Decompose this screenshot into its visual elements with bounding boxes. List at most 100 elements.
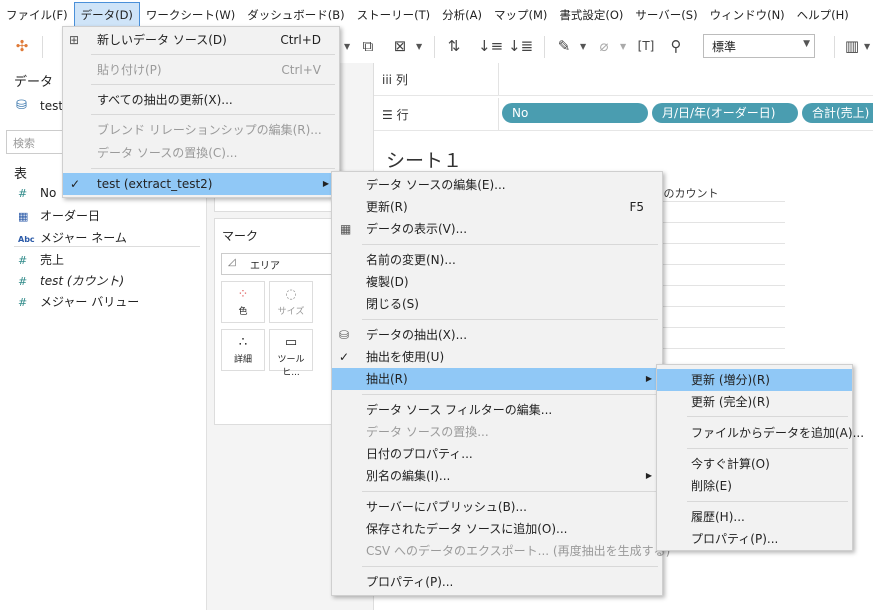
field-label: オーダー日: [40, 209, 101, 223]
color-dots-icon: ⁘: [237, 287, 249, 302]
menu-item-extract[interactable]: 抽出(R) ▶: [332, 368, 662, 390]
field-test-count[interactable]: # test (カウント): [18, 272, 124, 289]
menu-item-append-from-file[interactable]: ファイルからデータを追加(A)...: [657, 422, 864, 444]
menu-item-view-data[interactable]: ▦ データの表示(V)...: [332, 218, 662, 240]
field-sales[interactable]: # 売上: [18, 251, 64, 268]
measure-icon: #: [18, 187, 28, 200]
rows-label-text: 行: [396, 108, 409, 122]
toolbar-divider: [834, 36, 835, 58]
menu-item-publish-to-server[interactable]: サーバーにパブリッシュ(B)...: [332, 496, 662, 518]
highlight-icon[interactable]: ✎: [554, 36, 574, 56]
extract-submenu: 更新 (増分)(R) 更新 (完全)(R) ファイルからデータを追加(A)...…: [656, 364, 864, 551]
sort-ascending-icon[interactable]: ↓≡: [478, 36, 503, 56]
color-button[interactable]: ⁘ 色: [221, 281, 265, 323]
menu-item-history[interactable]: 履歴(H)...: [657, 506, 852, 528]
menu-story[interactable]: ストーリー(T): [351, 3, 437, 27]
menu-item-label: データ ソースの置換(C)...: [97, 146, 238, 160]
pill-no[interactable]: No: [502, 103, 648, 123]
menu-server[interactable]: サーバー(S): [629, 3, 703, 27]
swap-icon[interactable]: ⇅: [444, 36, 464, 56]
rows-icon: ☰: [382, 108, 393, 122]
shelf-divider: [498, 98, 499, 130]
detail-button[interactable]: ∴ 詳細: [221, 329, 265, 371]
menu-item-extract-properties[interactable]: プロパティ(P)...: [657, 528, 852, 550]
menu-separator: [687, 448, 848, 449]
format-select-value: 標準: [712, 40, 737, 54]
menu-map[interactable]: マップ(M): [488, 3, 553, 27]
mark-type-select[interactable]: ◿ エリア: [221, 253, 335, 275]
menu-item-test-datasource[interactable]: ✓ test (extract_test2) ▶: [63, 173, 339, 195]
menu-item-label: CSV へのデータのエクスポート... (再度抽出を生成する): [366, 544, 671, 558]
size-button[interactable]: ◌ サイズ: [269, 281, 313, 323]
field-order-date[interactable]: ▦ オーダー日: [18, 207, 100, 224]
menu-item-edit-datasource[interactable]: データ ソースの編集(E)...: [332, 174, 662, 196]
text-icon[interactable]: [T]: [636, 36, 656, 56]
menu-item-rename[interactable]: 名前の変更(N)...: [332, 249, 662, 271]
check-icon: ✓: [70, 177, 81, 191]
datasource-name[interactable]: test: [40, 99, 63, 113]
format-select[interactable]: 標準 ▼: [703, 34, 815, 58]
check-icon: ✓: [339, 350, 350, 364]
tooltip-button[interactable]: ▭ ツールヒ...: [269, 329, 313, 378]
menu-item-label: 更新 (増分)(R): [691, 373, 770, 387]
attach-icon[interactable]: ⌀: [594, 36, 614, 56]
pill-sum-sales[interactable]: 合計(売上): [802, 103, 873, 123]
chevron-down-icon[interactable]: ▼: [864, 42, 870, 51]
field-measure-values[interactable]: # メジャー バリュー: [18, 293, 139, 310]
menu-item-use-extract[interactable]: ✓ 抽出を使用(U): [332, 346, 662, 368]
field-no[interactable]: # No: [18, 186, 56, 200]
chevron-down-icon[interactable]: ▼: [580, 42, 586, 51]
size-label: サイズ: [277, 307, 305, 317]
sort-descending-icon[interactable]: ↓≣: [508, 36, 533, 56]
clear-sheet-icon[interactable]: ⊠: [390, 36, 410, 56]
rows-shelf[interactable]: ☰ 行 No 月/日/年(オーダー日) 合計(売上): [374, 98, 873, 131]
menu-window[interactable]: ウィンドウ(N): [704, 3, 791, 27]
menu-worksheet[interactable]: ワークシート(W): [140, 3, 241, 27]
field-label: メジャー ネーム: [40, 231, 127, 245]
duplicate-sheet-icon[interactable]: ⧉: [358, 36, 378, 56]
menu-analysis[interactable]: 分析(A): [436, 3, 488, 27]
pin-icon[interactable]: ⚲: [666, 36, 686, 56]
menu-item-export-csv: CSV へのデータのエクスポート... (再度抽出を生成する): [332, 540, 670, 562]
field-label: No: [40, 186, 57, 200]
datasource-icon: ⛁: [16, 98, 27, 113]
chevron-down-icon[interactable]: ▼: [416, 42, 422, 51]
submenu-arrow-icon: ▶: [645, 471, 652, 480]
menu-format[interactable]: 書式設定(O): [553, 3, 629, 27]
menu-item-duplicate[interactable]: 複製(D): [332, 271, 662, 293]
menu-item-edit-datasource-filters[interactable]: データ ソース フィルターの編集...: [332, 399, 662, 421]
menu-item-edit-aliases[interactable]: 別名の編集(I)... ▶: [332, 465, 662, 487]
menu-item-new-datasource[interactable]: ⊞ 新しいデータ ソース(D) Ctrl+D: [63, 29, 339, 51]
chevron-down-icon[interactable]: ▼: [620, 42, 626, 51]
menu-item-refresh-full[interactable]: 更新 (完全)(R): [657, 391, 852, 413]
menu-item-date-properties[interactable]: 日付のプロパティ...: [332, 443, 662, 465]
menu-separator: [687, 501, 848, 502]
chevron-down-icon[interactable]: ▼: [344, 42, 350, 51]
menu-item-refresh[interactable]: 更新(R) F5: [332, 196, 662, 218]
menu-item-add-saved-datasource[interactable]: 保存されたデータ ソースに追加(O)...: [332, 518, 662, 540]
menu-item-close[interactable]: 閉じる(S): [332, 293, 662, 315]
measure-icon: #: [18, 254, 28, 267]
menu-item-edit-blend: ブレンド リレーションシップの編集(R)...: [63, 119, 339, 141]
tooltip-label: ツールヒ...: [277, 355, 305, 378]
sheet-title[interactable]: シート１: [386, 146, 462, 173]
menu-data[interactable]: データ(D): [73, 2, 140, 28]
menu-item-compute-now[interactable]: 今すぐ計算(O): [657, 453, 852, 475]
pill-order-date[interactable]: 月/日/年(オーダー日): [652, 103, 798, 123]
pane-divider: [14, 246, 200, 247]
show-me-icon[interactable]: ▥: [842, 36, 862, 56]
menu-file[interactable]: ファイル(F): [0, 3, 74, 27]
menu-item-remove[interactable]: 削除(E): [657, 475, 852, 497]
grid-line: [650, 285, 785, 286]
menu-item-label: データの抽出(X)...: [366, 328, 468, 342]
tableau-logo-icon[interactable]: ✣: [12, 36, 32, 56]
field-measure-names[interactable]: Abc メジャー ネーム: [18, 229, 127, 246]
menu-item-label: サーバーにパブリッシュ(B)...: [366, 500, 527, 514]
menu-item-refresh-all-extracts[interactable]: すべての抽出の更新(X)...: [63, 89, 339, 111]
menu-item-extract-data[interactable]: ⛁ データの抽出(X)...: [332, 324, 662, 346]
menu-dashboard[interactable]: ダッシュボード(B): [241, 3, 350, 27]
menu-item-refresh-incremental[interactable]: 更新 (増分)(R): [657, 369, 852, 391]
menu-help[interactable]: ヘルプ(H): [791, 3, 855, 27]
menu-item-properties[interactable]: プロパティ(P)...: [332, 571, 662, 593]
columns-shelf[interactable]: iii 列: [374, 63, 873, 96]
